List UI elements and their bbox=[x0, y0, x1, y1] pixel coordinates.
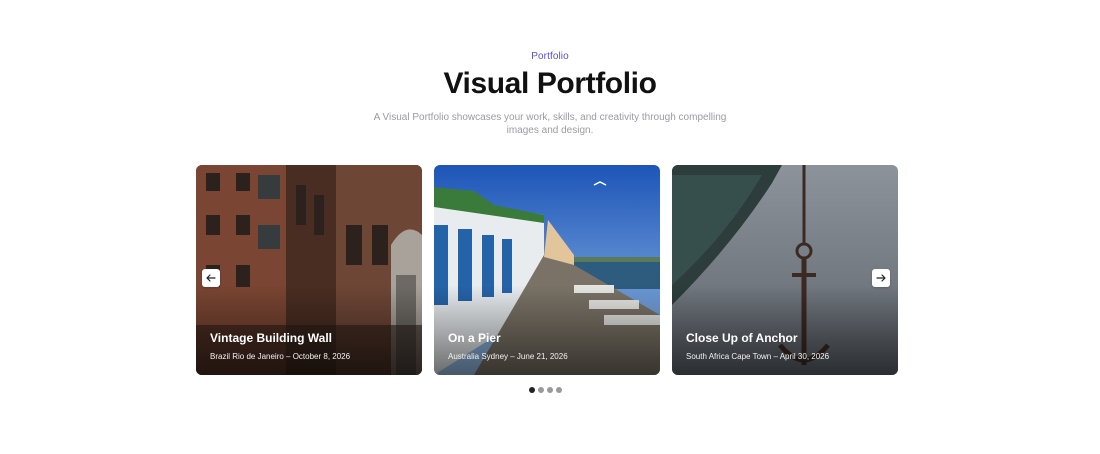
pagination-dot-1[interactable] bbox=[529, 387, 535, 393]
prev-slide-button[interactable] bbox=[202, 269, 220, 287]
card-meta: South Africa Cape Town – April 30, 2026 bbox=[686, 352, 830, 361]
card-title: Close Up of Anchor bbox=[686, 331, 798, 345]
portfolio-card-pier[interactable]: On a Pier Australia Sydney – June 21, 20… bbox=[434, 165, 660, 375]
card-shade bbox=[196, 285, 422, 375]
carousel-pagination bbox=[529, 387, 562, 393]
arrow-left-icon bbox=[206, 274, 216, 282]
card-title: On a Pier bbox=[448, 331, 501, 345]
portfolio-card-anchor[interactable]: Close Up of Anchor South Africa Cape Tow… bbox=[672, 165, 898, 375]
portfolio-card-vintage-building[interactable]: Vintage Building Wall Brazil Rio de Jane… bbox=[196, 165, 422, 375]
eyebrow-label: Portfolio bbox=[531, 51, 569, 62]
page-title: Visual Portfolio bbox=[443, 67, 657, 100]
card-title: Vintage Building Wall bbox=[210, 331, 333, 345]
arrow-right-icon bbox=[876, 274, 886, 282]
card-shade bbox=[672, 285, 898, 375]
pagination-dot-3[interactable] bbox=[547, 387, 553, 393]
pagination-dot-2[interactable] bbox=[538, 387, 544, 393]
portfolio-carousel: Vintage Building Wall Brazil Rio de Jane… bbox=[196, 165, 898, 375]
card-meta: Australia Sydney – June 21, 2026 bbox=[448, 352, 568, 361]
next-slide-button[interactable] bbox=[872, 269, 890, 287]
pagination-dot-4[interactable] bbox=[556, 387, 562, 393]
page-subtitle: A Visual Portfolio showcases your work, … bbox=[373, 112, 727, 136]
card-shade bbox=[434, 285, 660, 375]
card-meta: Brazil Rio de Janeiro – October 8, 2026 bbox=[210, 352, 351, 361]
